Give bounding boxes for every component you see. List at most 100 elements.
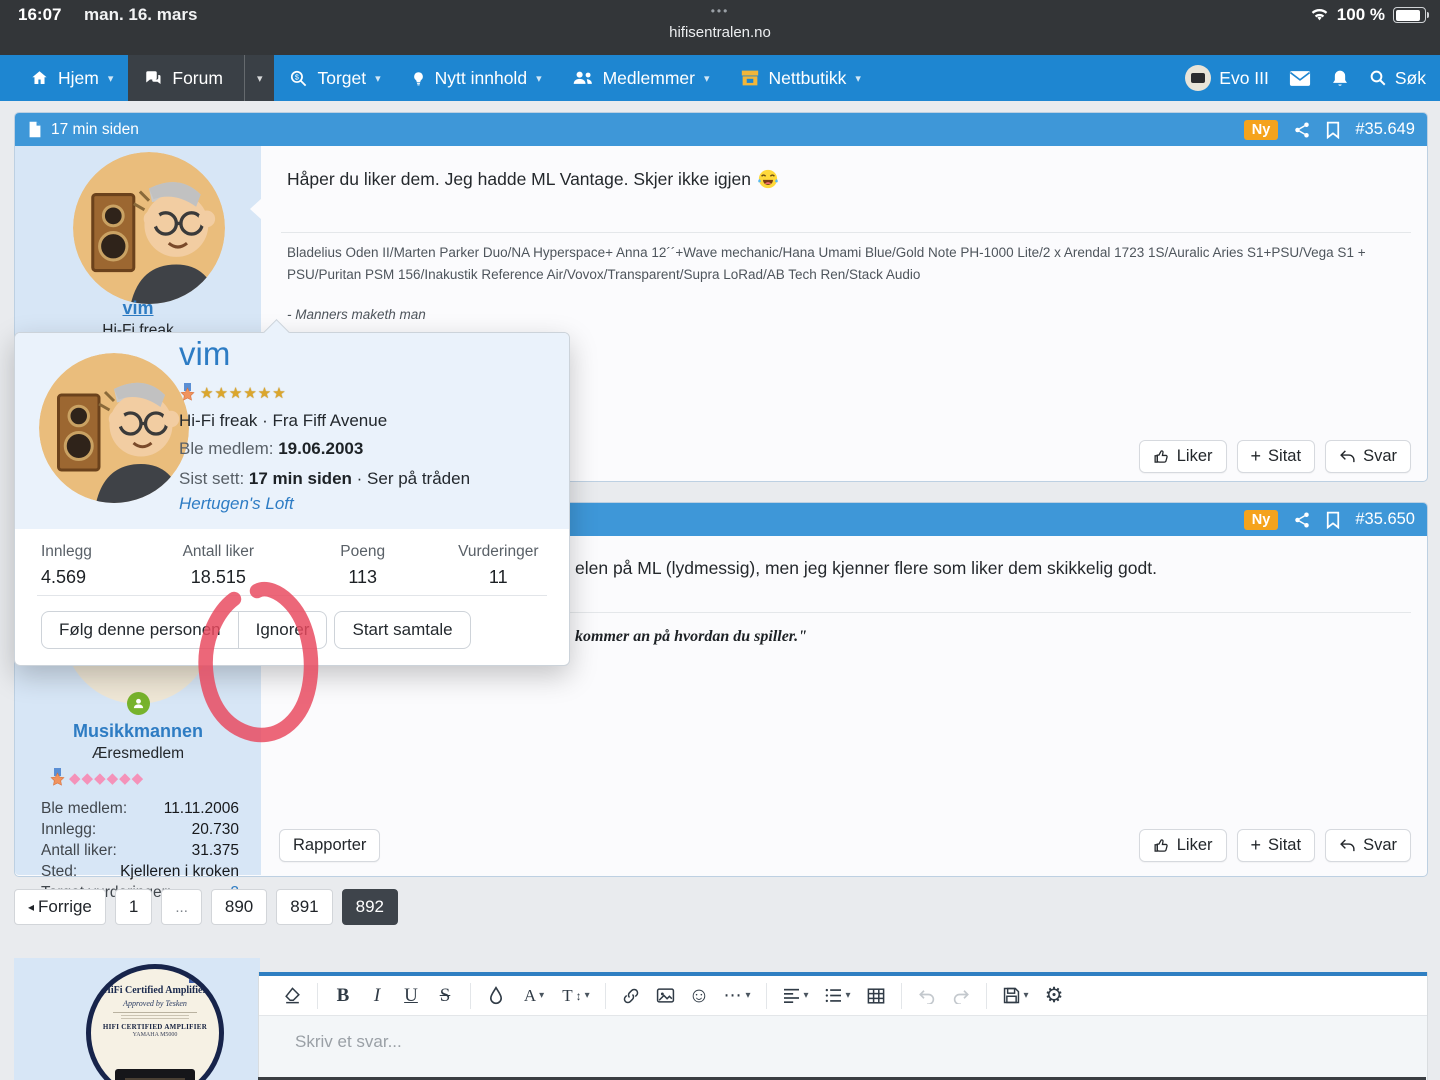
list-button[interactable]: ▾ [818,980,858,1012]
field-label: Antall liker: [41,842,117,860]
online-status-icon [127,692,150,715]
share-icon[interactable] [1293,121,1311,139]
editor-settings-button[interactable]: ⚙ [1038,980,1070,1012]
author-name-link[interactable]: vim [15,298,261,319]
post1-actions: Liker + Sitat Svar [1139,440,1411,473]
nav-item-medlemmer[interactable]: Medlemmer ▾ [557,55,725,101]
signature: Bladelius Oden II/Marten Parker Duo/NA H… [287,242,1402,285]
like-button[interactable]: Liker [1139,829,1227,862]
cert-title: HiFi Certified Amplifier [91,985,219,996]
chevron-down-icon[interactable]: ▾ [257,72,263,85]
post-number[interactable]: #35.649 [1355,120,1415,139]
chevron-down-icon[interactable]: ▾ [704,72,710,85]
underline-button[interactable]: U [395,980,427,1012]
stat-value: 113 [298,567,428,588]
redo-button[interactable] [945,980,977,1012]
ignore-button[interactable]: Ignorer [239,611,328,649]
post2-actions: Liker + Sitat Svar [1139,829,1411,862]
nav-item-nytt-innhold[interactable]: Nytt innhold ▾ [396,55,557,101]
chevron-down-icon[interactable]: ▾ [536,72,542,85]
reply-arrow-icon [1339,449,1356,464]
bold-button[interactable]: B [327,980,359,1012]
share-icon[interactable] [1293,511,1311,529]
page-button-890[interactable]: 890 [211,889,267,925]
screen: 16:07 man. 16. mars ••• hifisentralen.no… [0,0,1440,1080]
post-time[interactable]: 17 min siden [51,121,139,139]
font-size-button[interactable]: T↕▾ [556,980,596,1012]
reply-button[interactable]: Svar [1325,440,1411,473]
comments-icon [143,69,163,87]
reply-editor[interactable]: B I U S A▾ T↕▾ ☺ ⋯▾ ▾ ▾ [258,972,1428,1080]
bell-icon[interactable] [1331,69,1349,88]
divider [37,595,547,596]
author-name-link[interactable]: Musikkmannen [15,721,261,742]
medal-icon [49,768,66,787]
post-number[interactable]: #35.650 [1355,510,1415,529]
bookmark-icon[interactable] [1326,511,1340,529]
bookmark-icon[interactable] [1326,121,1340,139]
nav-item-forum[interactable]: Forum ▾ [128,55,274,101]
nav-item-hjem[interactable]: Hjem ▾ [0,55,128,101]
new-badge: Ny [1244,510,1279,530]
font-family-button[interactable]: A▾ [514,980,554,1012]
remove-format-button[interactable] [276,980,308,1012]
nav-label: Torget [317,68,366,89]
like-button[interactable]: Liker [1139,440,1227,473]
nav-label: Hjem [58,68,99,89]
field-value: Kjelleren i kroken [120,863,239,881]
prev-page-button[interactable]: ◂Forrige [14,889,106,925]
more-options-button[interactable]: ⋯▾ [717,980,757,1012]
drafts-button[interactable]: ▾ [996,980,1036,1012]
quote-button[interactable]: + Sitat [1237,829,1316,862]
cert-subtitle: Approved by Tesken [91,999,219,1008]
start-conversation-button[interactable]: Start samtale [334,611,470,649]
member-card-buttons: Følg denne personen Ignorer Start samtal… [41,611,471,649]
report-button[interactable]: Rapporter [279,829,380,862]
cert-model: YAMAHA M5000 [91,1032,219,1038]
avatar[interactable] [73,152,225,304]
search-button[interactable]: Søk [1369,68,1426,89]
field-value: 31.375 [192,842,239,860]
text-color-button[interactable] [480,980,512,1012]
mail-icon[interactable] [1289,70,1311,87]
italic-button[interactable]: I [361,980,393,1012]
avatar-certificate[interactable]: HiFi Certified Amplifier Approved by Tes… [86,964,224,1080]
page-button-891[interactable]: 891 [276,889,332,925]
chevron-down-icon[interactable]: ▾ [108,72,114,85]
member-name-link[interactable]: vim [179,335,230,373]
emoji-button[interactable]: ☺ [683,980,715,1012]
page-ellipsis[interactable]: ... [161,889,202,925]
nav-item-torget[interactable]: $ Torget ▾ [274,55,395,101]
window-handle-icon[interactable]: ••• [0,4,1440,18]
field-value: 11.11.2006 [164,800,239,818]
field-label: Sted: [41,863,77,881]
reply-input[interactable]: Skriv et svar... [295,1032,402,1052]
follow-button[interactable]: Følg denne personen [41,611,239,649]
avatar[interactable] [39,353,189,503]
strikethrough-button[interactable]: S [429,980,461,1012]
align-button[interactable]: ▾ [776,980,816,1012]
reply-button[interactable]: Svar [1325,829,1411,862]
thread-link[interactable]: Hertugen's Loft [179,494,294,513]
stat-value: 4.569 [41,567,139,588]
site-url: hifisentralen.no [0,24,1440,41]
quote-button[interactable]: + Sitat [1237,440,1316,473]
link-button[interactable] [615,980,647,1012]
chevron-down-icon[interactable]: ▾ [375,72,381,85]
search-label: Søk [1395,68,1426,89]
insert-image-button[interactable] [649,980,681,1012]
user-name: Evo III [1219,68,1269,89]
undo-button[interactable] [911,980,943,1012]
nav-item-nettbutikk[interactable]: Nettbutikk ▾ [725,55,876,101]
stat-label: Antall liker [139,543,298,561]
member-tooltip-card: vim ★★★★★★ Hi-Fi freak · Fra Fiff Avenue… [14,332,570,666]
insert-table-button[interactable] [860,980,892,1012]
chevron-down-icon[interactable]: ▾ [855,72,861,85]
nav-label: Nettbutikk [769,68,847,89]
page-button-1[interactable]: 1 [115,889,152,925]
page-button-892-current[interactable]: 892 [342,889,398,925]
user-menu[interactable]: Evo III [1185,65,1269,91]
amplifier-image [115,1069,195,1080]
member-fields: Ble medlem:11.11.2006 Innlegg:20.730 Ant… [15,798,261,903]
editor-toolbar: B I U S A▾ T↕▾ ☺ ⋯▾ ▾ ▾ [259,976,1427,1016]
